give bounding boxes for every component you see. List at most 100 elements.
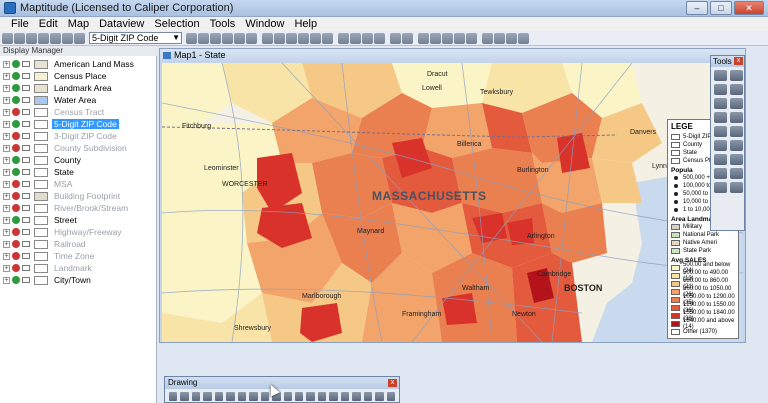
expand-icon[interactable]: + (3, 120, 10, 128)
tools-palette[interactable]: Tools x (710, 55, 745, 231)
print-icon[interactable] (38, 32, 49, 44)
cut-icon[interactable] (362, 32, 373, 44)
visibility-icon[interactable] (12, 168, 20, 176)
layer-row[interactable]: + County (0, 154, 155, 166)
expand-icon[interactable]: + (3, 60, 10, 68)
layer-row[interactable]: + Landmark Area (0, 82, 155, 94)
scale-icon[interactable] (317, 392, 327, 401)
layer-row[interactable]: + American Land Mass (0, 58, 155, 70)
visibility-icon[interactable] (12, 120, 20, 128)
menu-tools[interactable]: Tools (205, 17, 241, 31)
autoscale-icon[interactable] (22, 217, 30, 223)
image-icon[interactable] (294, 392, 304, 401)
drawing-toolbar[interactable]: Drawing x (164, 376, 400, 403)
autoscale-icon[interactable] (22, 85, 30, 91)
layer-row[interactable]: + Street (0, 214, 155, 226)
expand-icon[interactable]: + (3, 96, 10, 104)
visibility-icon[interactable] (12, 96, 20, 104)
pushpin-icon[interactable] (454, 32, 465, 44)
zoom-in-icon[interactable] (714, 70, 727, 81)
link-icon[interactable] (482, 32, 493, 44)
layer-row[interactable]: + Building Footprint (0, 190, 155, 202)
autoscale-icon[interactable] (22, 97, 30, 103)
visibility-icon[interactable] (12, 60, 20, 68)
drawing-titlebar[interactable]: Drawing x (165, 377, 399, 389)
color-icon[interactable] (386, 392, 396, 401)
drawing-close-button[interactable]: x (388, 379, 397, 387)
order-icon[interactable] (375, 392, 384, 401)
autoscale-icon[interactable] (22, 253, 30, 259)
menu-selection[interactable]: Selection (149, 17, 204, 31)
undo-icon[interactable] (390, 32, 401, 44)
expand-icon[interactable]: + (3, 204, 10, 212)
layer-row[interactable]: + Highway/Freeway (0, 226, 155, 238)
theme-icon[interactable] (186, 32, 197, 44)
open-icon[interactable] (14, 32, 25, 44)
visibility-icon[interactable] (12, 216, 20, 224)
autoscale-icon[interactable] (22, 193, 30, 199)
autoscale-icon[interactable] (22, 169, 30, 175)
redo-icon[interactable] (402, 32, 413, 44)
close-button[interactable]: ✕ (734, 1, 764, 15)
autoscale-icon[interactable] (22, 277, 30, 283)
pin-icon[interactable] (442, 32, 453, 44)
freehand-icon[interactable] (249, 392, 258, 401)
save-icon[interactable] (26, 32, 37, 44)
new-icon[interactable] (2, 32, 13, 44)
polygon-icon[interactable] (237, 392, 247, 401)
autoscale-icon[interactable] (22, 145, 30, 151)
menu-edit[interactable]: Edit (34, 17, 63, 31)
autoscale-icon[interactable] (22, 73, 30, 79)
layer-row[interactable]: + River/Brook/Stream (0, 202, 155, 214)
visibility-icon[interactable] (12, 240, 20, 248)
expand-icon[interactable]: + (3, 72, 10, 80)
square-icon[interactable] (430, 32, 441, 44)
rect-select-icon[interactable] (730, 112, 743, 123)
expand-icon[interactable]: + (3, 144, 10, 152)
menu-file[interactable]: File (6, 17, 34, 31)
route-icon[interactable] (74, 32, 85, 44)
expand-icon[interactable]: + (3, 132, 10, 140)
map-window[interactable]: Map1 - State MASSACHUSETTS Dracut Lowell… (159, 48, 746, 343)
expand-icon[interactable]: + (3, 276, 10, 284)
polyline-icon[interactable] (203, 392, 212, 401)
menu-map[interactable]: Map (63, 17, 94, 31)
menu-window[interactable]: Window (240, 17, 289, 31)
chart-tool-icon[interactable] (730, 182, 743, 193)
layer-row[interactable]: + State (0, 166, 155, 178)
circle-icon[interactable] (418, 32, 429, 44)
pin-tool-icon[interactable] (714, 154, 727, 165)
text-icon[interactable] (180, 392, 189, 401)
visibility-icon[interactable] (12, 264, 20, 272)
visibility-icon[interactable] (12, 108, 20, 116)
layer-row[interactable]: + MSA (0, 178, 155, 190)
expand-icon[interactable]: + (3, 228, 10, 236)
layer-row[interactable]: + Water Area (0, 94, 155, 106)
circle-select-icon[interactable] (714, 112, 727, 123)
ruler-icon[interactable] (714, 98, 727, 109)
pie-icon[interactable] (322, 32, 333, 44)
label-tool-icon[interactable] (714, 140, 727, 151)
expand-icon[interactable]: + (3, 252, 10, 260)
autoscale-icon[interactable] (22, 241, 30, 247)
tools-close-button[interactable]: x (734, 57, 743, 65)
merge-icon[interactable] (310, 32, 321, 44)
expand-icon[interactable]: + (3, 240, 10, 248)
visibility-icon[interactable] (12, 156, 20, 164)
globe-icon[interactable] (62, 32, 73, 44)
autoscale-icon[interactable] (22, 265, 30, 271)
layer-row[interactable]: + Census Tract (0, 106, 155, 118)
box-icon[interactable] (518, 32, 529, 44)
line-icon[interactable] (191, 392, 201, 401)
filter-icon[interactable] (286, 32, 297, 44)
layer-row[interactable]: +3-Digit ZIP Code (0, 130, 155, 142)
menu-help[interactable]: Help (289, 17, 322, 31)
visibility-icon[interactable] (12, 204, 20, 212)
ungroup-icon[interactable] (352, 392, 361, 401)
wand-icon[interactable] (506, 32, 517, 44)
layer-row[interactable]: + Time Zone (0, 250, 155, 262)
expand-icon[interactable]: + (3, 180, 10, 188)
table-icon[interactable] (274, 32, 285, 44)
autoscale-icon[interactable] (22, 61, 30, 67)
rectangle-icon[interactable] (214, 392, 224, 401)
